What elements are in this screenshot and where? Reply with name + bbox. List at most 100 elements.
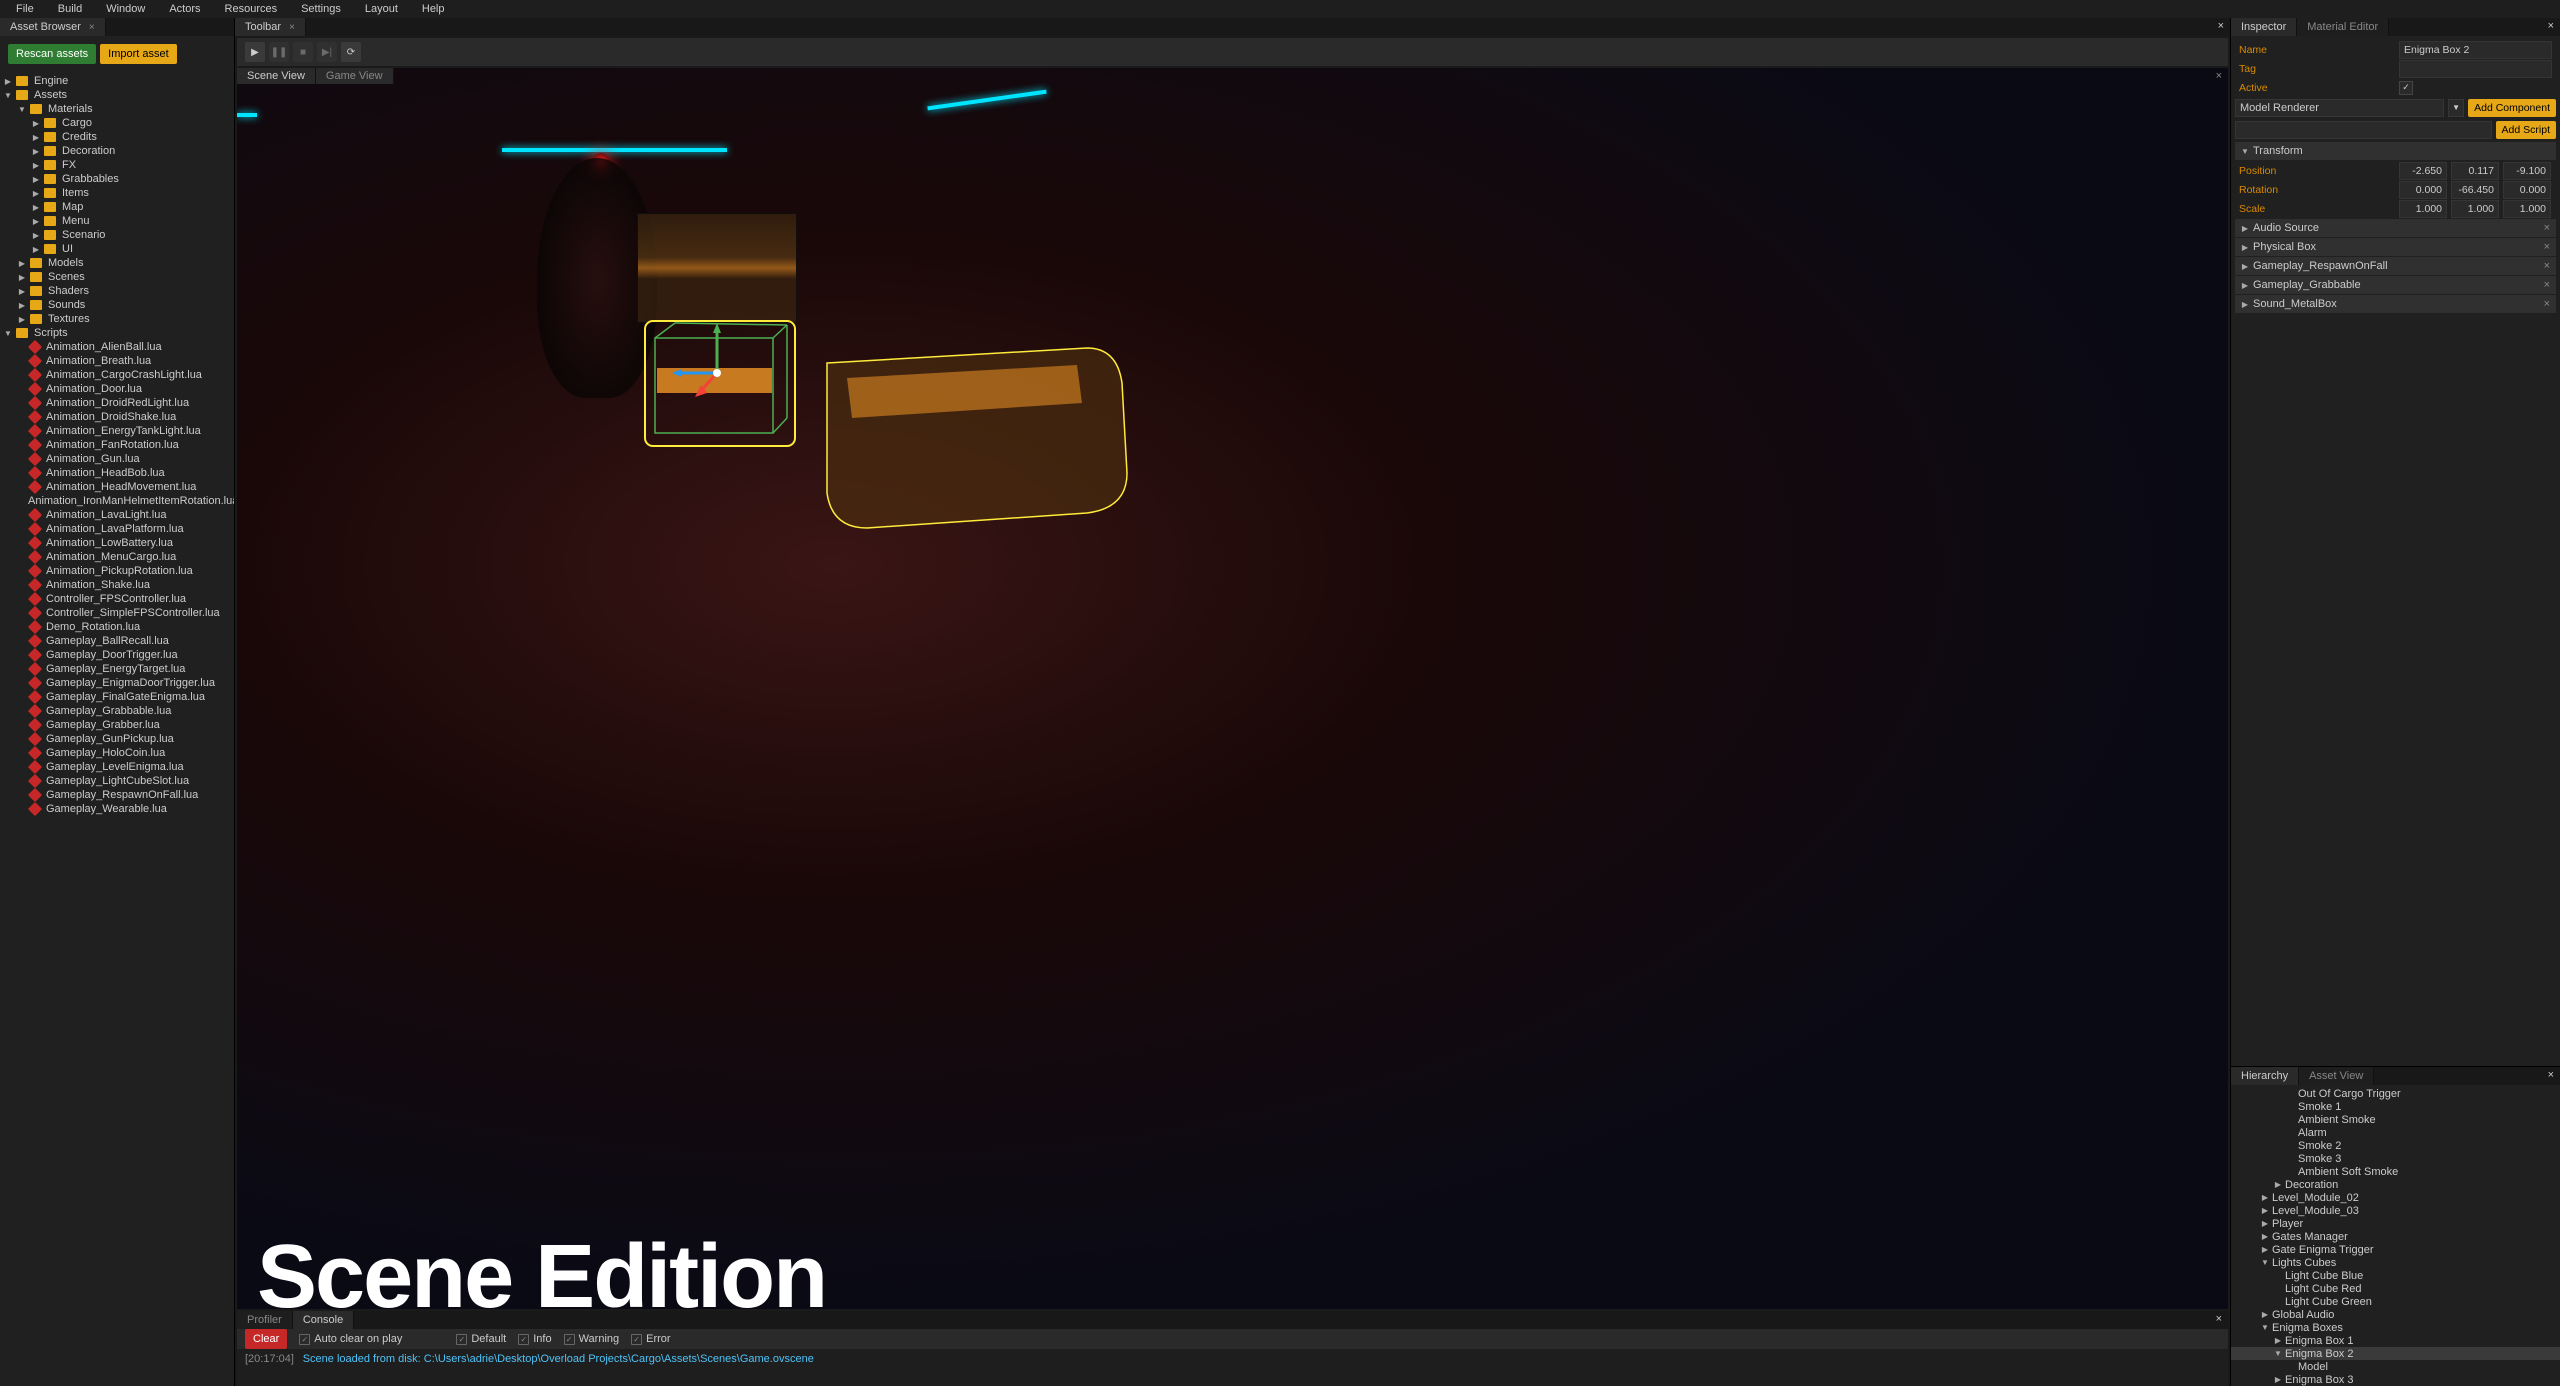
menu-resources[interactable]: Resources (213, 1, 290, 17)
folder-materials[interactable]: ▼Materials (0, 102, 234, 116)
script-file[interactable]: Animation_Gun.lua (0, 452, 234, 466)
menu-actors[interactable]: Actors (157, 1, 212, 17)
folder-credits[interactable]: ▶Credits (0, 130, 234, 144)
hierarchy-item[interactable]: ▶Gates Manager (2231, 1230, 2560, 1243)
script-file[interactable]: Animation_AlienBall.lua (0, 340, 234, 354)
folder-scripts[interactable]: ▼Scripts (0, 326, 234, 340)
script-file[interactable]: Demo_Rotation.lua (0, 620, 234, 634)
auto-clear-checkbox[interactable]: ✓Auto clear on play (299, 1333, 402, 1345)
filter-info[interactable]: ✓Info (518, 1333, 551, 1345)
hierarchy-item[interactable]: Smoke 2 (2231, 1139, 2560, 1152)
component-audio-source[interactable]: ▶Audio Source× (2235, 219, 2556, 237)
folder-decoration[interactable]: ▶Decoration (0, 144, 234, 158)
tag-input[interactable] (2399, 60, 2552, 78)
script-file[interactable]: Animation_MenuCargo.lua (0, 550, 234, 564)
hierarchy-item[interactable]: Ambient Smoke (2231, 1113, 2560, 1126)
script-select[interactable] (2235, 121, 2492, 139)
script-file[interactable]: Gameplay_Grabber.lua (0, 718, 234, 732)
script-file[interactable]: Gameplay_LevelEnigma.lua (0, 760, 234, 774)
menu-file[interactable]: File (4, 1, 46, 17)
folder-sounds[interactable]: ▶Sounds (0, 298, 234, 312)
script-file[interactable]: Animation_LavaLight.lua (0, 508, 234, 522)
play-button[interactable]: ▶ (245, 42, 265, 62)
script-file[interactable]: Gameplay_LightCubeSlot.lua (0, 774, 234, 788)
hierarchy-item[interactable]: Light Cube Green (2231, 1295, 2560, 1308)
add-script-button[interactable]: Add Script (2496, 121, 2556, 139)
remove-icon[interactable]: × (2544, 222, 2550, 234)
hierarchy-item[interactable]: Light Cube Red (2231, 1282, 2560, 1295)
hierarchy-item[interactable]: ▼Enigma Box 2 (2231, 1347, 2560, 1360)
script-file[interactable]: Animation_PickupRotation.lua (0, 564, 234, 578)
close-icon[interactable]: × (2542, 18, 2560, 36)
hierarchy-item[interactable]: ▶Level_Module_02 (2231, 1191, 2560, 1204)
pos-z[interactable] (2503, 162, 2551, 180)
hierarchy-item[interactable]: ▶Player (2231, 1217, 2560, 1230)
folder-items[interactable]: ▶Items (0, 186, 234, 200)
folder-models[interactable]: ▶Models (0, 256, 234, 270)
component-gameplay-respawnonfall[interactable]: ▶Gameplay_RespawnOnFall× (2235, 257, 2556, 275)
component-physical-box[interactable]: ▶Physical Box× (2235, 238, 2556, 256)
script-file[interactable]: Gameplay_EnergyTarget.lua (0, 662, 234, 676)
tab-asset-view[interactable]: Asset View (2299, 1067, 2374, 1085)
folder-ui[interactable]: ▶UI (0, 242, 234, 256)
script-file[interactable]: Animation_HeadMovement.lua (0, 480, 234, 494)
hierarchy-item[interactable]: Alarm (2231, 1126, 2560, 1139)
hierarchy-item[interactable]: ▼Enigma Boxes (2231, 1321, 2560, 1334)
scene-viewport[interactable]: Scene View Game View × (237, 68, 2228, 1309)
script-file[interactable]: Controller_FPSController.lua (0, 592, 234, 606)
folder-map[interactable]: ▶Map (0, 200, 234, 214)
script-file[interactable]: Gameplay_Wearable.lua (0, 802, 234, 816)
hierarchy-item[interactable]: ▶Global Audio (2231, 1308, 2560, 1321)
hierarchy-item[interactable]: ▼Lights Cubes (2231, 1256, 2560, 1269)
hierarchy-item[interactable]: ▶Level_Module_03 (2231, 1204, 2560, 1217)
component-gameplay-grabbable[interactable]: ▶Gameplay_Grabbable× (2235, 276, 2556, 294)
filter-warning[interactable]: ✓Warning (564, 1333, 620, 1345)
tab-inspector[interactable]: Inspector (2231, 18, 2297, 36)
folder-engine[interactable]: ▶Engine (0, 74, 234, 88)
script-file[interactable]: Animation_DroidRedLight.lua (0, 396, 234, 410)
hierarchy-item[interactable]: ▶Enigma Box 1 (2231, 1334, 2560, 1347)
hierarchy-item[interactable]: Ambient Soft Smoke (2231, 1165, 2560, 1178)
script-file[interactable]: Animation_IronManHelmetItemRotation.lua (0, 494, 234, 508)
clear-button[interactable]: Clear (245, 1329, 287, 1349)
hierarchy-item[interactable]: ▶Decoration (2231, 1178, 2560, 1191)
hierarchy-item[interactable]: Model (2231, 1360, 2560, 1373)
script-file[interactable]: Animation_Door.lua (0, 382, 234, 396)
script-file[interactable]: Animation_LavaPlatform.lua (0, 522, 234, 536)
close-icon[interactable]: × (289, 22, 295, 33)
remove-icon[interactable]: × (2544, 260, 2550, 272)
folder-menu[interactable]: ▶Menu (0, 214, 234, 228)
pos-y[interactable] (2451, 162, 2499, 180)
component-select[interactable]: Model Renderer (2235, 99, 2444, 117)
scale-z[interactable] (2503, 200, 2551, 218)
folder-scenario[interactable]: ▶Scenario (0, 228, 234, 242)
folder-fx[interactable]: ▶FX (0, 158, 234, 172)
scale-x[interactable] (2399, 200, 2447, 218)
menu-window[interactable]: Window (94, 1, 157, 17)
tab-toolbar[interactable]: Toolbar × (235, 18, 306, 36)
script-file[interactable]: Controller_SimpleFPSController.lua (0, 606, 234, 620)
hierarchy-item[interactable]: Smoke 1 (2231, 1100, 2560, 1113)
dropdown-icon[interactable]: ▼ (2448, 99, 2464, 117)
hierarchy-item[interactable]: Light Cube Blue (2231, 1269, 2560, 1282)
close-icon[interactable]: × (2210, 1311, 2228, 1329)
script-file[interactable]: Animation_CargoCrashLight.lua (0, 368, 234, 382)
hierarchy-item[interactable]: Out Of Cargo Trigger (2231, 1087, 2560, 1100)
rot-y[interactable] (2451, 181, 2499, 199)
tab-console[interactable]: Console (293, 1311, 354, 1329)
menu-help[interactable]: Help (410, 1, 457, 17)
script-file[interactable]: Animation_LowBattery.lua (0, 536, 234, 550)
name-input[interactable] (2399, 41, 2552, 59)
folder-scenes[interactable]: ▶Scenes (0, 270, 234, 284)
script-file[interactable]: Animation_FanRotation.lua (0, 438, 234, 452)
asset-tree[interactable]: ▶Engine▼Assets▼Materials▶Cargo▶Credits▶D… (0, 72, 234, 1386)
close-icon[interactable]: × (89, 22, 95, 33)
script-file[interactable]: Gameplay_BallRecall.lua (0, 634, 234, 648)
script-file[interactable]: Gameplay_RespawnOnFall.lua (0, 788, 234, 802)
tab-profiler[interactable]: Profiler (237, 1311, 293, 1329)
script-file[interactable]: Gameplay_EnigmaDoorTrigger.lua (0, 676, 234, 690)
folder-assets[interactable]: ▼Assets (0, 88, 234, 102)
script-file[interactable]: Animation_Shake.lua (0, 578, 234, 592)
menu-build[interactable]: Build (46, 1, 94, 17)
script-file[interactable]: Gameplay_HoloCoin.lua (0, 746, 234, 760)
